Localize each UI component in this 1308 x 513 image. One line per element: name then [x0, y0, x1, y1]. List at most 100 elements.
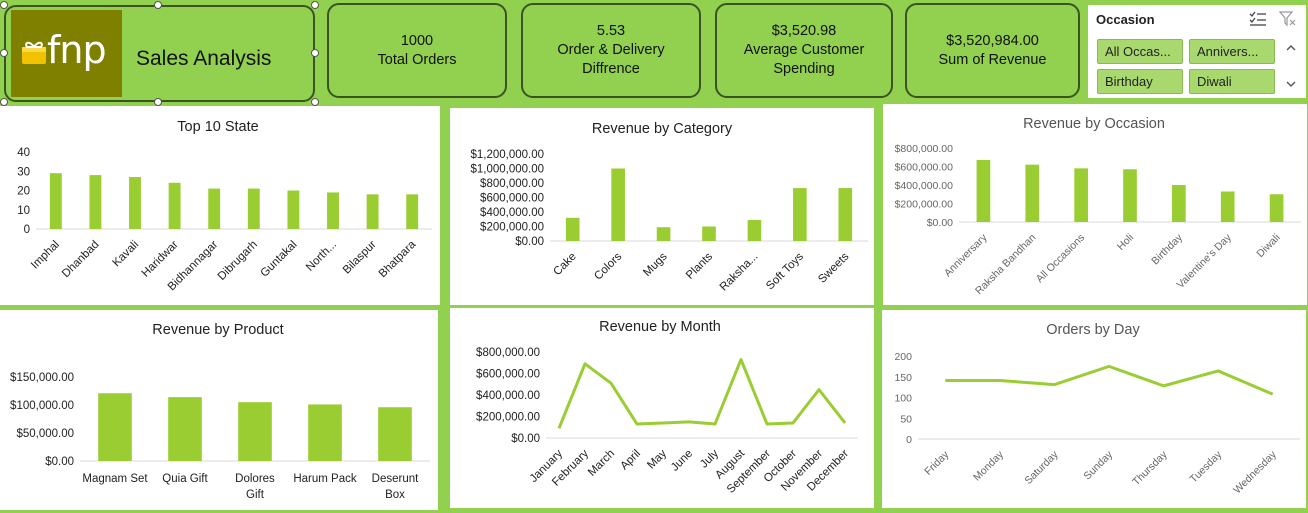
bar[interactable]	[611, 168, 625, 242]
slicer-item-anniversary[interactable]: Annivers...	[1189, 39, 1275, 64]
bar[interactable]	[1220, 191, 1235, 222]
chart-orders-by-day[interactable]: Orders by Day 0 50 100 150 200 Friday Monday Sat…	[882, 310, 1306, 508]
bar[interactable]	[656, 227, 671, 241]
bar[interactable]	[168, 397, 202, 461]
bar[interactable]	[129, 177, 141, 229]
y-tick-label: 30	[17, 166, 30, 178]
slicer-scrollbar[interactable]	[1284, 39, 1298, 95]
chart-top-10-state[interactable]: Top 10 State 0 10 20 30 40 Imphal Dhanbad Kavali…	[0, 106, 440, 305]
bar[interactable]	[1172, 185, 1186, 222]
x-tick-label: Guntakal	[258, 239, 299, 280]
bar[interactable]	[976, 160, 991, 222]
resize-handle-bottom[interactable]	[154, 98, 162, 106]
bar[interactable]	[208, 188, 221, 229]
y-tick-label: $200,000.00	[895, 199, 954, 211]
series-line[interactable]	[945, 364, 1274, 396]
brand-card[interactable]: fnp Sales Analysis	[4, 5, 315, 102]
chart-title: Revenue by Product	[152, 322, 283, 338]
y-tick-label: $150,000.00	[10, 372, 74, 384]
y-tick-label: $50,000.00	[16, 428, 74, 440]
x-tick-label: May	[645, 447, 669, 471]
bar[interactable]	[238, 402, 272, 461]
scroll-up-icon[interactable]	[1284, 41, 1298, 55]
bar[interactable]	[406, 194, 419, 229]
bar[interactable]	[565, 217, 580, 241]
x-tick-label: Thursday	[1130, 448, 1170, 488]
slicer-item-birthday[interactable]: Birthday	[1097, 69, 1183, 94]
slicer-item-all-occasions[interactable]: All Occas...	[1097, 39, 1183, 64]
bar[interactable]	[247, 188, 260, 229]
resize-handle-right[interactable]	[311, 49, 319, 57]
x-tick-label: Bilaspur	[341, 239, 379, 277]
slicer-title: Occasion	[1096, 12, 1155, 27]
series-line[interactable]	[557, 358, 847, 429]
x-tick-label: Wednesday	[1231, 448, 1279, 496]
x-tick-label: Dibrugarh	[216, 239, 260, 283]
bar[interactable]	[838, 188, 853, 241]
kpi-value: $3,520.98	[771, 23, 837, 39]
resize-handle-bl[interactable]	[0, 98, 8, 106]
bar[interactable]	[49, 173, 62, 229]
scroll-down-icon[interactable]	[1284, 77, 1298, 91]
slicer-item-diwali[interactable]: Diwali	[1189, 69, 1275, 94]
bar[interactable]	[702, 226, 716, 242]
bar[interactable]	[1269, 194, 1284, 222]
kpi-avg-customer-spending[interactable]: $3,520.98 Average Customer Spending	[715, 3, 893, 98]
resize-handle-tr[interactable]	[311, 1, 319, 9]
x-tick-label: Quia Gift	[162, 473, 208, 485]
bar[interactable]	[378, 407, 412, 461]
x-tick-label: Deserunt	[372, 473, 419, 485]
x-tick-label: Sunday	[1081, 448, 1115, 482]
kpi-sum-revenue[interactable]: $3,520,984.00 Sum of Revenue	[905, 3, 1080, 98]
bar[interactable]	[1074, 168, 1088, 222]
y-tick-label: $600,000.00	[895, 162, 954, 174]
bar[interactable]	[327, 192, 339, 229]
y-tick-label: $400,000.00	[480, 207, 544, 219]
clear-filter-icon[interactable]	[1279, 11, 1297, 27]
x-tick-label: Dhanbad	[60, 239, 101, 280]
bar[interactable]	[168, 182, 181, 229]
y-tick-label: $200,000.00	[476, 412, 540, 424]
y-tick-label: $0.00	[515, 236, 544, 248]
y-tick-label: $600,000.00	[480, 193, 544, 205]
chart-revenue-by-category[interactable]: Revenue by Category $0.00 $200,000.00 $400,…	[450, 108, 874, 305]
kpi-total-orders[interactable]: 1000 Total Orders	[327, 3, 507, 98]
occasion-slicer[interactable]: Occasion All Occas... Annivers... Birthd…	[1088, 5, 1306, 98]
x-tick-label: Harum Pack	[293, 473, 357, 485]
kpi-label: Total Orders	[377, 51, 457, 68]
x-tick-label: Box	[385, 489, 405, 501]
y-tick-label: 100	[894, 393, 912, 405]
chart-revenue-by-product[interactable]: Revenue by Product $0.00 $50,000.00 $100,00…	[0, 310, 438, 510]
bar[interactable]	[366, 194, 379, 229]
bar[interactable]	[98, 393, 132, 461]
bar[interactable]	[287, 190, 300, 230]
y-tick-label: 200	[894, 351, 912, 363]
x-tick-label: Magnam Set	[82, 473, 148, 485]
kpi-order-delivery-diff[interactable]: 5.53 Order & Delivery Diffrence	[521, 3, 701, 98]
bar[interactable]	[89, 175, 102, 229]
bar[interactable]	[308, 404, 342, 461]
chart-revenue-by-month[interactable]: Revenue by Month $0.00 $200,000.00 $400,000…	[450, 308, 874, 508]
kpi-label: Sum of Revenue	[938, 51, 1047, 68]
fnp-logo: fnp	[11, 10, 122, 97]
chart-revenue-by-occasion[interactable]: Revenue by Occasion $0.00 $200,000.00 $400,…	[883, 104, 1307, 305]
x-tick-label: Dolores	[235, 473, 275, 485]
chart-title: Top 10 State	[177, 119, 258, 135]
x-tick-label: Gift	[246, 489, 265, 501]
kpi-value: 5.53	[596, 23, 626, 39]
resize-handle-top[interactable]	[154, 1, 162, 9]
y-tick-label: $200,000.00	[480, 222, 544, 234]
resize-handle-tl[interactable]	[0, 1, 8, 9]
x-tick-label: April	[618, 448, 643, 473]
bar[interactable]	[1123, 169, 1137, 222]
bar[interactable]	[793, 188, 807, 241]
x-tick-label: Imphal	[29, 239, 62, 272]
resize-handle-left[interactable]	[0, 49, 8, 57]
resize-handle-br[interactable]	[311, 98, 319, 106]
page-title: Sales Analysis	[136, 47, 272, 70]
bar[interactable]	[1025, 164, 1040, 222]
bar[interactable]	[747, 219, 762, 241]
multi-select-icon[interactable]	[1248, 11, 1268, 27]
kpi-label: Average Customer	[743, 42, 865, 58]
y-tick-label: 10	[17, 205, 30, 217]
